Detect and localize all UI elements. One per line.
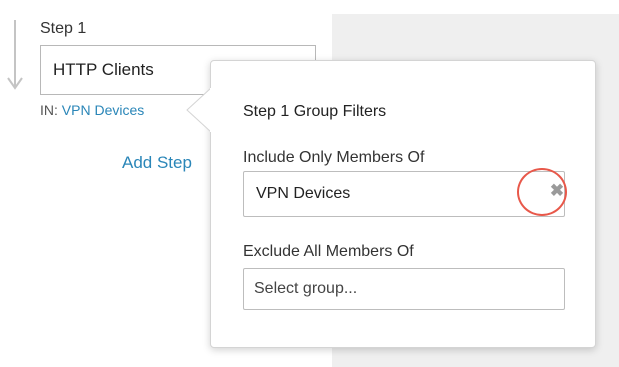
popover-title: Step 1 Group Filters [243,103,387,120]
add-step-link[interactable]: Add Step [122,153,192,173]
group-filter-link[interactable]: VPN Devices [62,102,144,118]
include-group-value: VPN Devices [256,185,351,202]
exclude-group-placeholder: Select group... [254,280,358,297]
popover-pointer [186,88,223,132]
close-icon[interactable]: ✖ [548,182,566,200]
exclude-label: Exclude All Members Of [243,243,414,260]
include-group-select[interactable]: VPN Devices ✖ [243,171,565,217]
step-group-filter: IN: VPN Devices [40,102,144,118]
in-prefix: IN: [40,102,58,118]
down-arrow-icon [7,20,23,90]
step-name-value: HTTP Clients [53,60,154,79]
exclude-group-select[interactable]: Select group... [243,268,565,310]
include-label: Include Only Members Of [243,149,425,166]
group-filters-popover: Step 1 Group Filters Include Only Member… [210,60,596,348]
step-label: Step 1 [40,20,87,37]
